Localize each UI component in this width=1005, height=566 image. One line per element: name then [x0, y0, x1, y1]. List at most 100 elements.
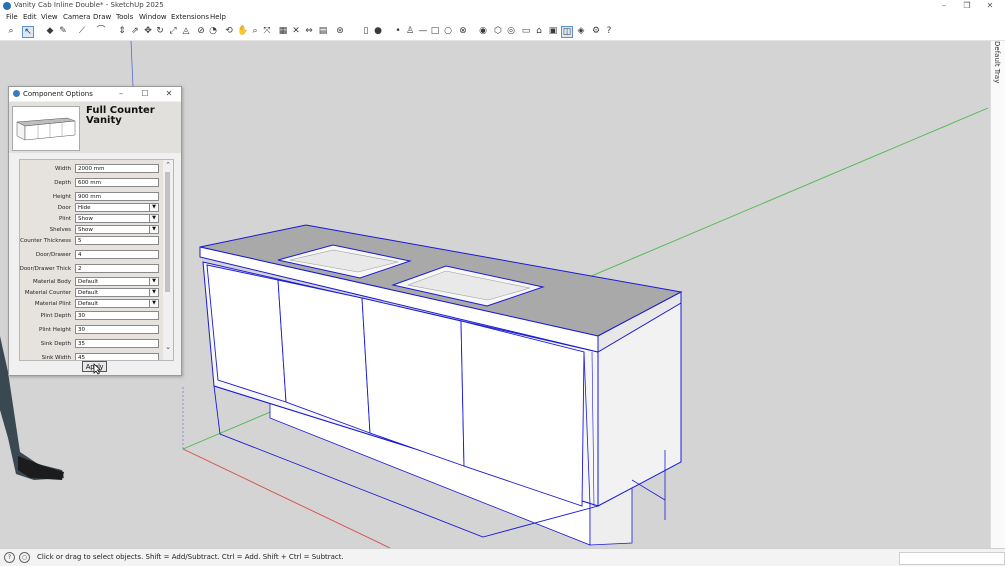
zoom-extents-icon[interactable]: ⤧ — [262, 26, 272, 36]
dialog-minimize-icon[interactable]: – — [114, 88, 128, 100]
orbit-icon[interactable]: ⟲ — [224, 26, 234, 36]
push-pull-icon[interactable]: ⇕ — [117, 26, 127, 36]
new-file-icon[interactable]: ▯ — [361, 26, 371, 36]
menu-view[interactable]: View — [41, 13, 58, 21]
default-tray-panel[interactable]: Default Tray — [990, 41, 1005, 548]
minimize-icon[interactable]: – — [933, 0, 955, 12]
field-input[interactable]: 600 mm — [75, 178, 159, 187]
user-icon[interactable]: ● — [373, 26, 383, 36]
field-value: Default — [78, 290, 99, 296]
field-select[interactable]: Default ▼ — [75, 299, 159, 308]
field-value: Show — [78, 216, 93, 222]
field-value: Default — [78, 301, 99, 307]
back-view-icon[interactable]: ▣ — [548, 26, 558, 36]
iso-view-icon[interactable]: ⬡ — [493, 26, 503, 36]
field-select[interactable]: Default ▼ — [75, 277, 159, 286]
text-tool-icon[interactable]: ▤ — [318, 26, 328, 36]
default-tray-label[interactable]: Default Tray — [993, 41, 1001, 83]
field-input[interactable]: 5 — [75, 236, 159, 245]
dropdown-arrow-icon[interactable]: ▼ — [149, 204, 158, 211]
field-row: Shelves Show ▼ — [20, 225, 163, 236]
circle-icon[interactable]: ○ — [443, 26, 453, 36]
menu-file[interactable]: File — [6, 13, 18, 21]
field-row: Counter Thickness 5 — [20, 236, 163, 247]
field-select[interactable]: Default ▼ — [75, 288, 159, 297]
scroll-up-icon[interactable]: ⌃ — [164, 161, 172, 169]
menu-help[interactable]: Help — [210, 13, 226, 21]
field-input[interactable]: 45 — [75, 353, 159, 360]
form-scrollbar[interactable]: ⌃ ⌄ — [163, 160, 173, 360]
follow-me-icon[interactable]: ⇗ — [130, 26, 140, 36]
dash-icon[interactable]: — — [418, 26, 428, 36]
tape-measure-icon[interactable]: ⊘ — [196, 26, 206, 36]
figure-icon[interactable]: ♙ — [405, 26, 415, 36]
pencil-icon[interactable]: ✎ — [58, 26, 68, 36]
dimensions-icon[interactable]: ⇔ — [304, 26, 314, 36]
dialog-close-icon[interactable]: ✕ — [162, 88, 176, 100]
field-row: Sink Depth 35 — [20, 339, 163, 350]
field-input[interactable]: 2000 mm — [75, 164, 159, 173]
select-icon[interactable]: ↖ — [22, 26, 34, 38]
menu-edit[interactable]: Edit — [23, 13, 37, 21]
menu-camera[interactable]: Camera — [63, 13, 90, 21]
extension-icon[interactable]: ◉ — [478, 26, 488, 36]
menu-window[interactable]: Window — [139, 13, 167, 21]
field-input[interactable]: 2 — [75, 264, 159, 273]
line-icon[interactable]: ⟋ — [77, 26, 87, 36]
dropdown-arrow-icon[interactable]: ▼ — [149, 215, 158, 222]
zoom-window-icon[interactable]: ⌕ — [250, 26, 260, 36]
scale-icon[interactable]: ⤢ — [168, 26, 178, 36]
field-input[interactable]: 30 — [75, 311, 159, 320]
dialog-titlebar[interactable]: Component Options – ☐ ✕ — [9, 87, 181, 101]
menu-extensions[interactable]: Extensions — [171, 13, 209, 21]
protractor-icon[interactable]: ◔ — [208, 26, 218, 36]
field-input[interactable]: 35 — [75, 339, 159, 348]
field-input[interactable]: 30 — [75, 325, 159, 334]
scroll-down-icon[interactable]: ⌄ — [164, 343, 172, 351]
hide-icon[interactable]: ⊗ — [458, 26, 468, 36]
field-select[interactable]: Hide ▼ — [75, 203, 159, 212]
rectangle-icon[interactable]: □ — [430, 26, 440, 36]
field-row: Door/Drawer 4 — [20, 250, 163, 261]
settings-icon[interactable]: ⚙ — [591, 26, 601, 36]
geolocation-icon[interactable]: ○ — [19, 552, 30, 563]
menu-tools[interactable]: Tools — [116, 13, 133, 21]
dropdown-arrow-icon[interactable]: ▼ — [149, 278, 158, 285]
pan-icon[interactable]: ✋ — [237, 26, 248, 36]
field-label: Door/Drawer — [35, 252, 71, 258]
components-icon[interactable]: ⊛ — [335, 26, 345, 36]
close-icon[interactable]: ✕ — [979, 0, 1001, 12]
info-icon[interactable]: ? — [4, 552, 15, 563]
field-select[interactable]: Show ▼ — [75, 225, 159, 234]
front-view-icon[interactable]: ▭ — [521, 26, 531, 36]
offset-icon[interactable]: ◬ — [181, 26, 191, 36]
help-icon[interactable]: ? — [604, 26, 614, 36]
point-icon[interactable]: • — [393, 26, 403, 36]
arc-icon[interactable]: ⌒ — [96, 26, 106, 36]
dropdown-arrow-icon[interactable]: ▼ — [149, 226, 158, 233]
top-view-icon[interactable]: ◎ — [506, 26, 516, 36]
left-view-icon[interactable]: ◫ — [561, 26, 573, 38]
dropdown-arrow-icon[interactable]: ▼ — [149, 300, 158, 307]
field-label: Plint Depth — [40, 313, 71, 319]
measurements-input[interactable] — [899, 552, 1005, 565]
zoom-icon[interactable]: ⌕ — [6, 26, 16, 36]
menu-draw[interactable]: Draw — [93, 13, 111, 21]
field-label: Width — [55, 166, 71, 172]
xray-icon[interactable]: ◈ — [576, 26, 586, 36]
field-value: Show — [78, 227, 93, 233]
right-view-icon[interactable]: ⌂ — [534, 26, 544, 36]
red-axis — [182, 448, 391, 548]
scrollbar-thumb[interactable] — [165, 172, 170, 292]
field-select[interactable]: Show ▼ — [75, 214, 159, 223]
dialog-maximize-icon[interactable]: ☐ — [138, 88, 152, 100]
restore-icon[interactable]: ❐ — [956, 0, 978, 12]
eraser-icon[interactable]: ◆ — [45, 26, 55, 36]
field-input[interactable]: 900 mm — [75, 192, 159, 201]
dropdown-arrow-icon[interactable]: ▼ — [149, 289, 158, 296]
field-input[interactable]: 4 — [75, 250, 159, 259]
section-plane-icon[interactable]: ▦ — [278, 26, 288, 36]
move-icon[interactable]: ✥ — [143, 26, 153, 36]
axes-icon[interactable]: ✕ — [291, 26, 301, 36]
rotate-icon[interactable]: ↻ — [155, 26, 165, 36]
